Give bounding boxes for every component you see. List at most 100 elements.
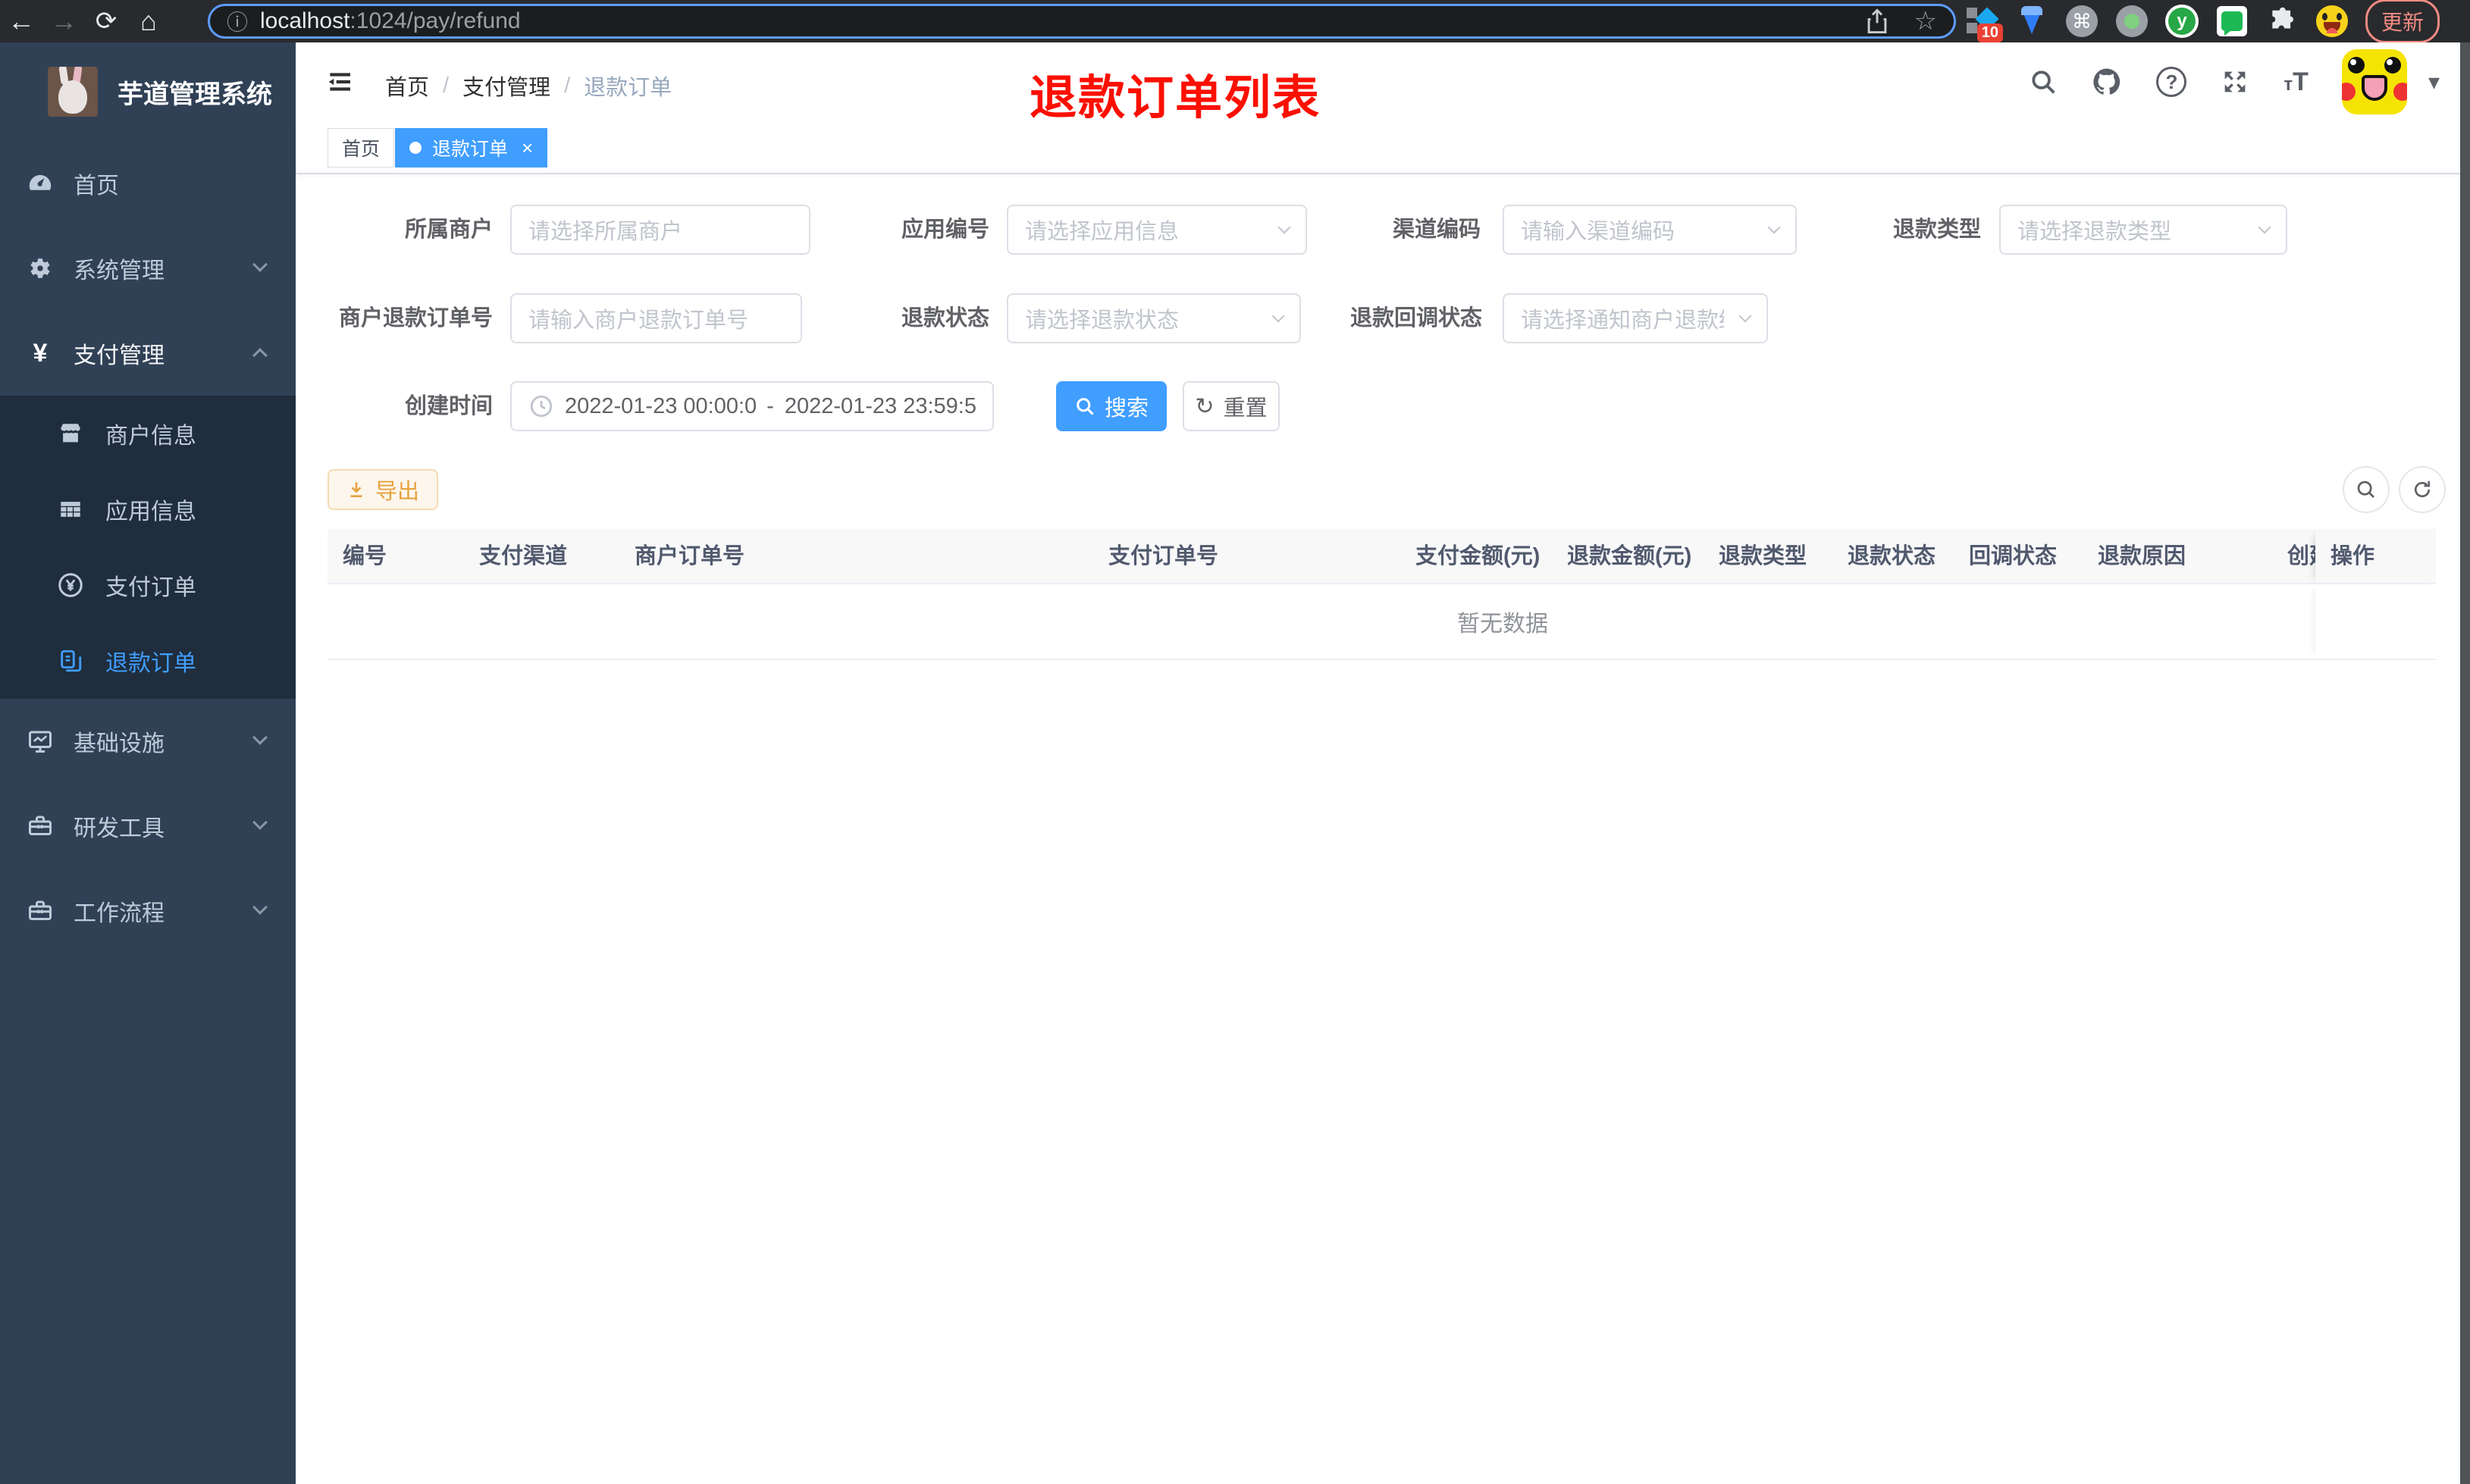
breadcrumb-parent[interactable]: 支付管理: [462, 70, 550, 102]
create-time-range-picker[interactable]: 2022-01-23 00:00:00 - 2022-01-23 23:59:5…: [510, 381, 994, 431]
app-title: 芋道管理系统: [118, 80, 272, 109]
url-host: localhost: [260, 8, 350, 33]
col-pay-order-no: 支付订单号: [1108, 544, 1219, 568]
fullscreen-icon[interactable]: [2220, 67, 2250, 97]
dashboard-icon: [25, 169, 55, 198]
filter-label-merchant: 所属商户: [404, 218, 493, 242]
reset-button[interactable]: ↻ 重置: [1183, 381, 1280, 431]
fontsize-icon[interactable]: тT: [2283, 67, 2309, 97]
filter-label-merchant-refund-no: 商户退款订单号: [338, 306, 493, 330]
site-info-icon[interactable]: ⓘ: [227, 6, 248, 36]
briefcase-icon: [25, 897, 55, 925]
chevron-down-icon: [2258, 221, 2271, 234]
sidebar-item-label: 工作流程: [74, 901, 165, 926]
extension-command-icon[interactable]: ⌘: [2065, 5, 2099, 38]
tag-close-icon[interactable]: ×: [522, 136, 533, 160]
clock-icon: [530, 395, 553, 418]
search-icon: [1077, 398, 1094, 415]
browser-menu-icon[interactable]: [2462, 6, 2470, 37]
filter-label-notify-status: 退款回调状态: [1349, 306, 1482, 330]
notify-status-select[interactable]: 请选择通知商户退款结果的: [1503, 293, 1768, 343]
sidebar-item-app-info[interactable]: 应用信息: [0, 471, 296, 547]
filter-label-refund-type: 退款类型: [1892, 218, 1981, 242]
shop-icon: [55, 421, 86, 446]
address-bar[interactable]: ⓘ localhost:1024/pay/refund ☆: [208, 4, 1956, 39]
sidebar-item-pay-order[interactable]: 支付订单: [0, 547, 296, 623]
col-create-time: 创建时间: [2287, 544, 2315, 568]
col-id: 编号: [343, 544, 387, 568]
sidebar-item-label: 基础设施: [74, 731, 165, 756]
github-icon[interactable]: [2091, 66, 2123, 98]
refund-status-select[interactable]: 请选择退款状态: [1007, 293, 1301, 343]
search-button[interactable]: 搜索: [1056, 381, 1167, 431]
sidebar-item-label: 研发工具: [74, 816, 165, 841]
chevron-down-icon: [252, 730, 268, 745]
page-title-annotation: 退款订单列表: [1030, 72, 1321, 124]
avatar-caret-icon[interactable]: ▾: [2428, 69, 2440, 95]
filter-label-create-time: 创建时间: [404, 394, 493, 418]
bookmark-star-icon[interactable]: ☆: [1914, 6, 1937, 36]
sidebar-item-merchant-info[interactable]: 商户信息: [0, 396, 296, 471]
sidebar-item-system[interactable]: 系统管理: [0, 226, 296, 311]
breadcrumb-home[interactable]: 首页: [385, 70, 429, 102]
extension-grid-diamond-icon[interactable]: 10: [1965, 5, 2003, 42]
tag-home[interactable]: 首页: [328, 128, 395, 167]
chrome-update-button[interactable]: 更新: [2365, 0, 2440, 43]
refresh-icon: ↻: [1195, 393, 1215, 419]
date-separator: -: [766, 393, 774, 418]
date-start: 2022-01-23 00:00:00: [565, 393, 757, 418]
chevron-down-icon: [252, 257, 268, 272]
refresh-icon: [2414, 481, 2431, 498]
sidebar-item-label: 退款订单: [105, 651, 196, 676]
merchant-select[interactable]: 请选择所属商户: [510, 205, 810, 255]
browser-toolbar: ← → ⟳ ⌂ ⓘ localhost:1024/pay/refund ☆ 10…: [0, 0, 2470, 43]
help-icon[interactable]: ?: [2156, 67, 2187, 97]
refresh-table-button[interactable]: [2399, 466, 2446, 513]
profile-avatar-icon[interactable]: [2315, 5, 2349, 38]
browser-home-button[interactable]: ⌂: [127, 5, 170, 37]
chevron-up-icon: [252, 348, 268, 363]
monitor-chart-icon: [25, 728, 55, 755]
gear-icon: [25, 255, 55, 282]
user-avatar[interactable]: [2341, 49, 2407, 114]
channel-select[interactable]: 请输入渠道编码: [1503, 205, 1797, 255]
window-scrollbar[interactable]: [2460, 42, 2470, 1484]
fixed-action-column: 操作: [2315, 529, 2436, 660]
extension-chat-icon[interactable]: [2215, 5, 2249, 38]
toggle-search-button[interactable]: [2343, 466, 2390, 513]
sidebar-item-home[interactable]: 首页: [0, 141, 296, 226]
sidebar-item-infrastructure[interactable]: 基础设施: [0, 699, 296, 784]
sidebar-fold-icon[interactable]: [323, 67, 355, 97]
extensions-puzzle-icon[interactable]: [2265, 5, 2299, 38]
refund-type-select[interactable]: 请选择退款类型: [1999, 205, 2287, 255]
sidebar-item-dev-tools[interactable]: 研发工具: [0, 784, 296, 869]
search-icon[interactable]: [2029, 67, 2058, 96]
sidebar-item-refund-order[interactable]: 退款订单: [0, 623, 296, 699]
extension-y-icon[interactable]: y: [2165, 5, 2199, 38]
chevron-down-icon: [1277, 221, 1291, 234]
tag-refund-order[interactable]: 退款订单 ×: [395, 128, 548, 167]
filter-label-app: 应用编号: [901, 218, 989, 242]
sidebar-item-payment[interactable]: ¥ 支付管理: [0, 311, 296, 396]
app-select[interactable]: 请选择应用信息: [1007, 205, 1307, 255]
col-refund-reason: 退款原因: [2098, 544, 2186, 568]
table-header-row: 编号 支付渠道 商户订单号 支付订单号 支付金额(元) 退款金额(元) 退款类型…: [328, 529, 2315, 584]
extension-record-icon[interactable]: [2115, 5, 2149, 38]
merchant-refund-no-input[interactable]: 请输入商户退款订单号: [510, 293, 802, 343]
app-logo: [48, 67, 98, 117]
chevron-down-icon: [1271, 309, 1285, 323]
url-path: :1024/pay/refund: [349, 8, 521, 33]
sidebar-item-workflow[interactable]: 工作流程: [0, 869, 296, 953]
sidebar-item-label: 商户信息: [105, 424, 196, 449]
grid-table-icon: [55, 496, 86, 522]
search-icon: [2357, 481, 2374, 498]
browser-forward-button[interactable]: →: [42, 5, 85, 37]
browser-reload-button[interactable]: ⟳: [85, 6, 127, 36]
extension-gem-icon[interactable]: [2015, 5, 2048, 38]
sidebar-item-label: 系统管理: [74, 258, 165, 283]
export-button[interactable]: 导出: [328, 469, 438, 510]
app-logo-row[interactable]: 芋道管理系统: [0, 42, 296, 141]
chevron-down-icon: [1767, 221, 1781, 234]
share-icon[interactable]: [1866, 8, 1889, 34]
browser-back-button[interactable]: ←: [0, 5, 42, 37]
